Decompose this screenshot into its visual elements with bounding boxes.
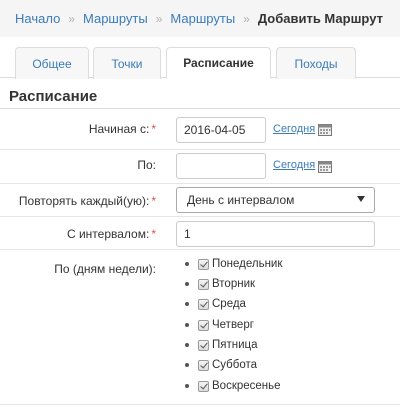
tuesday-checkbox[interactable] xyxy=(198,278,209,290)
interval-input[interactable]: 1 xyxy=(176,221,375,247)
weekday-item: Суббота xyxy=(185,357,257,373)
weekday-item: Понедельник xyxy=(185,256,282,272)
breadcrumb-home-link[interactable]: Начало xyxy=(15,11,60,26)
breadcrumb-routes-link-2[interactable]: Маршруты xyxy=(170,11,235,26)
breadcrumb-separator: » xyxy=(155,11,163,26)
repeat-select[interactable]: День с интервалом xyxy=(176,187,375,213)
calendar-icon[interactable] xyxy=(318,160,332,173)
wednesday-checkbox[interactable] xyxy=(198,298,209,310)
end-date-label: По: xyxy=(137,158,156,172)
breadcrumb-current: Добавить Маршрут xyxy=(257,11,383,26)
repeat-selected-value: День с интервалом xyxy=(187,193,295,207)
start-date-input[interactable]: 2016-04-05 xyxy=(176,117,266,143)
end-date-row: По: Сегодня xyxy=(0,150,400,184)
breadcrumb-routes-link[interactable]: Маршруты xyxy=(83,11,148,26)
weekday-item: Пятница xyxy=(185,337,258,353)
tab-schedule[interactable]: Расписание xyxy=(166,47,271,79)
weekday-item: Воскресенье xyxy=(185,378,281,394)
weekday-item: Среда xyxy=(185,296,246,312)
tab-points[interactable]: Точки xyxy=(93,47,161,79)
sunday-checkbox[interactable] xyxy=(198,380,209,392)
tab-trips[interactable]: Походы xyxy=(276,47,356,79)
calendar-icon[interactable] xyxy=(318,123,332,136)
breadcrumb: Начало » Маршруты » Маршруты » Добавить … xyxy=(0,0,400,37)
end-date-today-link[interactable]: Сегодня xyxy=(273,159,315,171)
repeat-row: Повторять каждый(ую): * День с интервалом xyxy=(0,184,400,217)
start-date-row: Начиная с: * 2016-04-05 Сегодня xyxy=(0,109,400,150)
breadcrumb-separator: » xyxy=(68,11,75,26)
repeat-label: Повторять каждый(ую): * xyxy=(18,194,156,208)
thursday-checkbox[interactable] xyxy=(198,319,209,331)
tab-general[interactable]: Общее xyxy=(15,47,89,79)
weekday-item: Вторник xyxy=(185,276,255,292)
tab-bar: Общее Точки Расписание Походы xyxy=(0,37,400,79)
start-date-label: Начиная с: * xyxy=(88,122,156,136)
breadcrumb-separator: » xyxy=(243,11,250,26)
divider xyxy=(0,404,400,405)
chevron-down-icon xyxy=(357,196,365,202)
monday-checkbox[interactable] xyxy=(198,258,209,270)
start-date-today-link[interactable]: Сегодня xyxy=(273,123,315,135)
weekday-item: Четверг xyxy=(185,317,254,333)
section-title: Расписание xyxy=(9,88,98,105)
friday-checkbox[interactable] xyxy=(198,339,209,351)
saturday-checkbox[interactable] xyxy=(198,359,209,371)
weekdays-label: По (дням недели): xyxy=(54,262,156,276)
end-date-input[interactable] xyxy=(176,153,266,179)
interval-row: С интервалом: * 1 xyxy=(0,217,400,250)
interval-label: С интервалом: * xyxy=(66,227,156,241)
